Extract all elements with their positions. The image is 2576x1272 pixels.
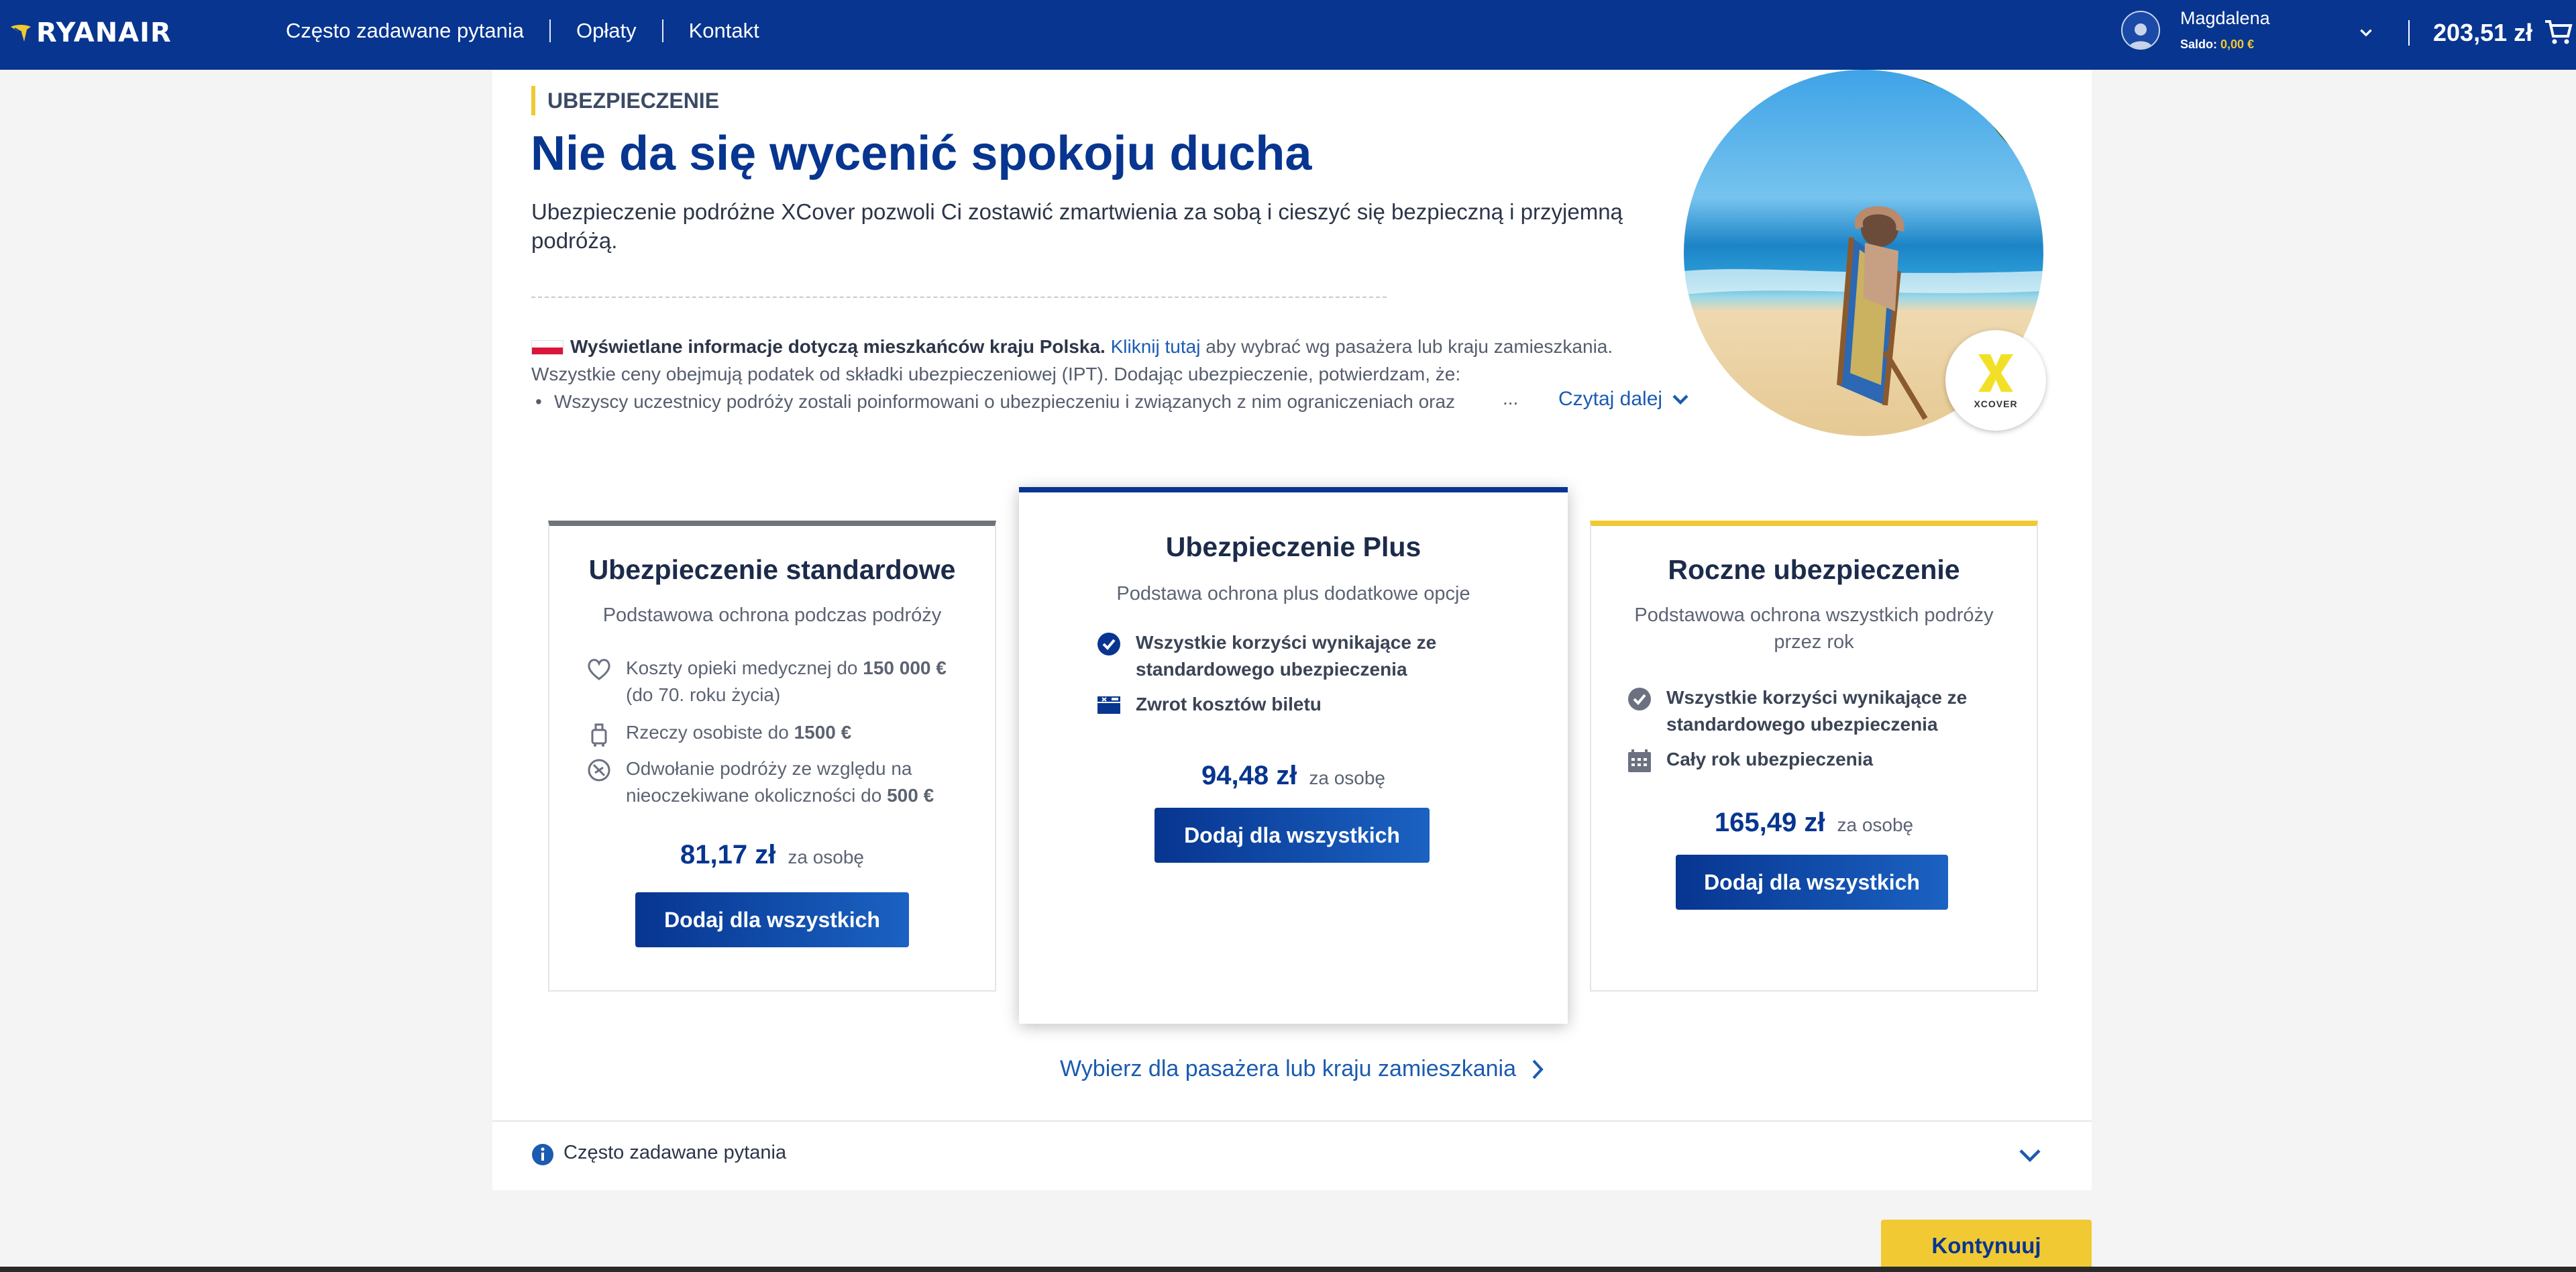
feature-text: Wszystkie korzyści wynikające ze standar… bbox=[1136, 632, 1437, 680]
balance-label: Saldo: bbox=[2180, 38, 2218, 51]
ticket-refund-icon bbox=[1097, 696, 1120, 714]
user-menu[interactable]: Magdalena Saldo: 0,00 € bbox=[2121, 8, 2372, 50]
faq-label: Często zadawane pytania bbox=[564, 1142, 787, 1163]
plus-insurance-card: Ubezpieczenie Plus Podstawa ochrona plus… bbox=[1019, 487, 1568, 1024]
luggage-icon bbox=[591, 723, 607, 747]
feature-text: Cały rok ubezpieczenia bbox=[1666, 749, 1874, 770]
check-circle-icon bbox=[1628, 688, 1651, 710]
top-navigation-bar: RYANAIR Często zadawane pytania Opłaty K… bbox=[0, 0, 2576, 70]
calendar-icon bbox=[1628, 749, 1651, 772]
feature-bold: 1500 € bbox=[794, 722, 852, 743]
dashed-divider bbox=[531, 297, 1387, 298]
continue-button[interactable]: Kontynuuj bbox=[1881, 1220, 2092, 1272]
residence-info: Wyświetlane informacje dotyczą mieszkańc… bbox=[531, 333, 1699, 415]
price: 94,48 zł bbox=[1201, 761, 1297, 790]
poland-flag-icon bbox=[531, 340, 564, 355]
card-title: Ubezpieczenie standardowe bbox=[588, 554, 956, 585]
choose-per-passenger-link[interactable]: Wybierz dla pasażera lub kraju zamieszka… bbox=[1060, 1056, 1547, 1082]
feature-text: Koszty opieki medycznej do bbox=[626, 657, 863, 678]
tax-note: Wszystkie ceny obejmują podatek od skład… bbox=[531, 364, 1461, 384]
feature-text: Odwołanie podróży ze względu na nieoczek… bbox=[626, 758, 912, 806]
feature-item: Cały rok ubezpieczenia bbox=[1625, 746, 2000, 776]
feature-item: Koszty opieki medycznej do 150 000 € (do… bbox=[584, 655, 960, 708]
feature-bold: 500 € bbox=[887, 785, 934, 806]
xcover-badge-text: XCOVER bbox=[1974, 399, 2018, 409]
card-subtitle: Podstawowa ochrona wszystkich podróży pr… bbox=[1634, 604, 1994, 653]
price: 165,49 zł bbox=[1714, 808, 1825, 837]
chevron-down-icon bbox=[1672, 394, 1688, 405]
cancel-trip-icon bbox=[588, 759, 610, 782]
add-annual-insurance-button[interactable]: Dodaj dla wszystkich bbox=[1676, 855, 1948, 910]
card-subtitle: Podstawa ochrona plus dodatkowe opcje bbox=[1116, 583, 1470, 604]
info-icon bbox=[532, 1144, 553, 1165]
price-per-person: za osobę bbox=[788, 847, 864, 867]
xcover-badge: XCOVER bbox=[1945, 330, 2046, 431]
feature-text: Rzeczy osobiste do bbox=[626, 722, 794, 743]
nav-separator bbox=[661, 19, 663, 42]
price-per-person: za osobę bbox=[1837, 814, 1914, 835]
price-row: 165,49 zł za osobę bbox=[1591, 808, 2037, 838]
residence-rest-text: aby wybrać wg pasażera lub kraju zamiesz… bbox=[1200, 336, 1613, 357]
basket-total[interactable]: 203,51 zł bbox=[2433, 19, 2532, 47]
feature-text-suffix: (do 70. roku życia) bbox=[626, 684, 781, 705]
annual-insurance-card: Roczne ubezpieczenie Podstawowa ochrona … bbox=[1590, 521, 2038, 992]
feature-item: Rzeczy osobiste do 1500 € bbox=[584, 719, 960, 749]
consent-bullet: Wszyscy uczestnicy podróży zostali poinf… bbox=[531, 388, 1699, 415]
add-standard-insurance-button[interactable]: Dodaj dla wszystkich bbox=[635, 892, 909, 947]
card-subtitle: Podstawowa ochrona podczas podróży bbox=[602, 604, 942, 626]
logo-text: RYANAIR bbox=[36, 17, 172, 48]
page-title: Nie da się wycenić spokoju ducha bbox=[531, 127, 1312, 180]
price-row: 81,17 zł za osobę bbox=[549, 840, 995, 870]
price-per-person: za osobę bbox=[1309, 767, 1385, 788]
price: 81,17 zł bbox=[680, 840, 776, 869]
read-more-label: Czytaj dalej bbox=[1558, 388, 1663, 410]
residence-bold-text: Wyświetlane informacje dotyczą mieszkańc… bbox=[570, 336, 1106, 357]
nav-faq-link[interactable]: Często zadawane pytania bbox=[286, 19, 524, 43]
user-name: Magdalena bbox=[2180, 8, 2270, 28]
add-plus-insurance-button[interactable]: Dodaj dla wszystkich bbox=[1155, 808, 1430, 863]
feature-text: Wszystkie korzyści wynikające ze standar… bbox=[1666, 687, 1968, 735]
change-residence-link[interactable]: Kliknij tutaj bbox=[1111, 336, 1201, 357]
heart-icon bbox=[588, 659, 610, 680]
faq-accordion[interactable]: Często zadawane pytania bbox=[492, 1122, 2092, 1190]
nav-fees-link[interactable]: Opłaty bbox=[576, 19, 637, 43]
card-title: Roczne ubezpieczenie bbox=[1668, 554, 1960, 585]
card-title: Ubezpieczenie Plus bbox=[1165, 531, 1421, 562]
balance-value: 0,00 € bbox=[2220, 38, 2255, 51]
chevron-right-icon bbox=[1532, 1059, 1544, 1079]
header-separator bbox=[2408, 20, 2410, 46]
price-row: 94,48 zł za osobę bbox=[1019, 761, 1568, 791]
feature-text: Zwrot kosztów biletu bbox=[1136, 694, 1322, 714]
section-kicker: UBEZPIECZENIE bbox=[531, 86, 719, 115]
harp-logo-icon bbox=[11, 25, 31, 42]
main-nav: Często zadawane pytania Opłaty Kontakt bbox=[286, 19, 759, 43]
ryanair-logo[interactable]: RYANAIR bbox=[9, 17, 172, 48]
chevron-down-icon bbox=[2019, 1149, 2041, 1163]
cart-icon[interactable] bbox=[2544, 17, 2573, 47]
xcover-logo-icon bbox=[1978, 354, 2013, 392]
standard-insurance-card: Ubezpieczenie standardowe Podstawowa och… bbox=[548, 521, 996, 992]
bottom-edge bbox=[0, 1267, 2576, 1272]
hero-description: Ubezpieczenie podróżne XCover pozwoli Ci… bbox=[531, 199, 1623, 253]
user-avatar-icon bbox=[2121, 10, 2160, 50]
read-more-link[interactable]: Czytaj dalej bbox=[1558, 388, 1690, 411]
feature-item: Zwrot kosztów biletu bbox=[1094, 691, 1470, 721]
feature-item: Wszystkie korzyści wynikające ze standar… bbox=[1625, 684, 2000, 738]
nav-contact-link[interactable]: Kontakt bbox=[689, 19, 759, 43]
choose-per-passenger-label: Wybierz dla pasażera lub kraju zamieszka… bbox=[1060, 1056, 1516, 1081]
chevron-down-icon[interactable] bbox=[2357, 24, 2375, 42]
user-balance: Saldo: 0,00 € bbox=[2180, 38, 2270, 50]
feature-item: Wszystkie korzyści wynikające ze standar… bbox=[1094, 629, 1470, 683]
feature-item: Odwołanie podróży ze względu na nieoczek… bbox=[584, 755, 960, 809]
nav-separator bbox=[549, 19, 551, 42]
feature-bold: 150 000 € bbox=[863, 657, 947, 678]
truncation-ellipsis: ... bbox=[1503, 388, 1519, 409]
check-circle-icon bbox=[1097, 633, 1120, 655]
